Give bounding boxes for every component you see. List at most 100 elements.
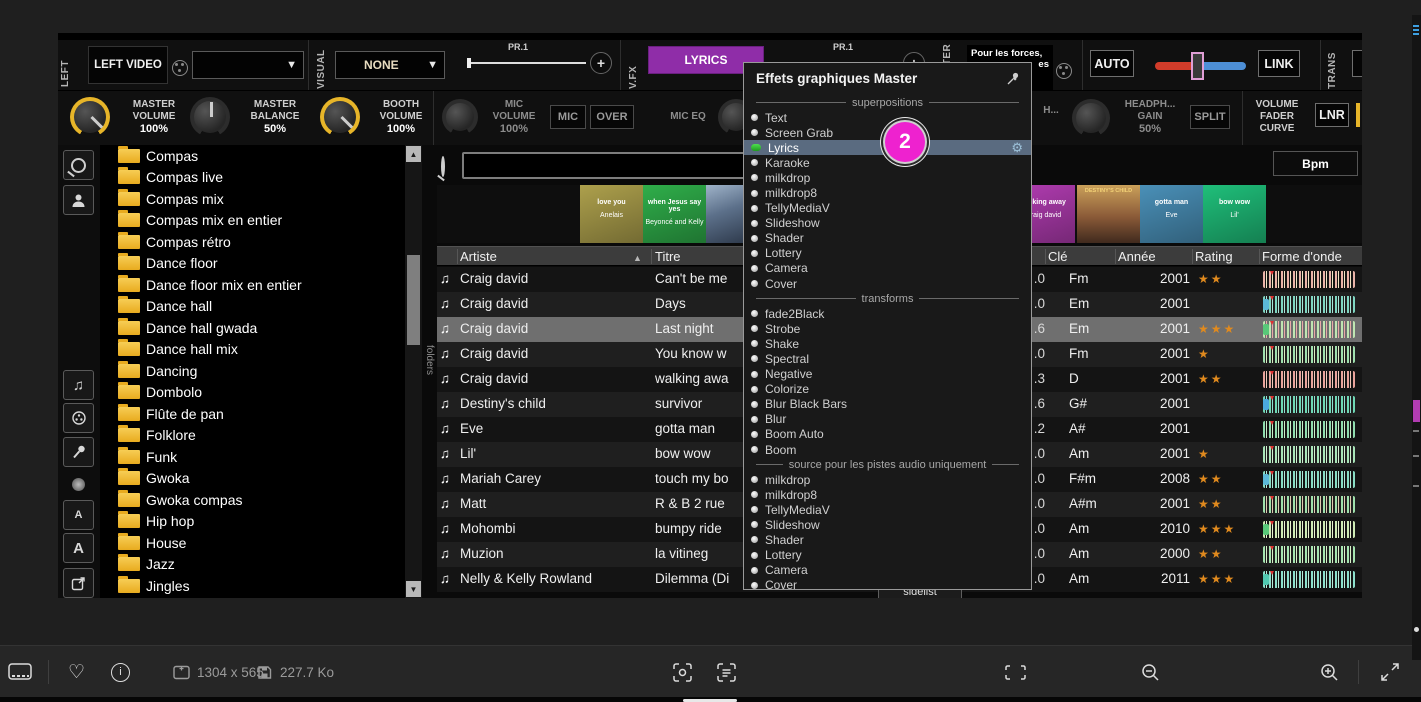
tab-trans[interactable]: TRANS <box>1327 45 1338 89</box>
left-video-button[interactable]: LEFT VIDEO <box>88 46 168 84</box>
effect-item-strobe[interactable]: Strobe <box>744 321 1031 336</box>
folder-item[interactable]: Dance floor <box>100 253 405 275</box>
split-button[interactable]: SPLIT <box>1190 105 1230 129</box>
folder-item[interactable]: House <box>100 532 405 554</box>
column-header-year[interactable]: Année <box>1118 249 1156 264</box>
folder-item[interactable]: Compas <box>100 145 405 167</box>
master-balance-knob[interactable] <box>190 97 230 137</box>
album-cover-thumbnail[interactable]: gotta manEve <box>1140 185 1203 243</box>
effect-item-spectral[interactable]: Spectral <box>744 351 1031 366</box>
music-note-icon[interactable]: ♫ <box>63 370 94 400</box>
lnr-button[interactable]: LNR <box>1315 103 1349 127</box>
folder-scrollbar[interactable]: ▲ ▼ <box>405 145 422 598</box>
large-text-icon[interactable]: A <box>63 533 94 563</box>
album-cover-thumbnail[interactable]: bow wowLil' <box>1203 185 1266 243</box>
effect-item-slideshow[interactable]: Slideshow <box>744 216 1031 231</box>
column-header-title[interactable]: Titre <box>655 249 681 264</box>
folders-panel-tab[interactable]: folders <box>422 145 437 598</box>
folder-item[interactable]: Compas rétro <box>100 231 405 253</box>
folder-item[interactable]: Jazz <box>100 554 405 576</box>
folder-item[interactable]: Gwoka compas <box>100 489 405 511</box>
effect-item-shader[interactable]: Shader <box>744 532 1031 547</box>
mic-volume-knob[interactable] <box>442 99 478 135</box>
folder-item[interactable]: Dance floor mix en entier <box>100 274 405 296</box>
crossfader-handle[interactable] <box>1191 52 1204 80</box>
folder-item[interactable]: Compas live <box>100 167 405 189</box>
info-icon[interactable]: i <box>111 646 130 698</box>
folder-item[interactable]: Compas mix en entier <box>100 210 405 232</box>
master-volume-knob[interactable] <box>70 97 110 137</box>
album-cover-thumbnail[interactable] <box>706 185 746 243</box>
effect-item-text[interactable]: Text <box>744 110 1031 125</box>
folder-item[interactable]: Compas mix <box>100 188 405 210</box>
folder-item[interactable]: Hip hop <box>100 511 405 533</box>
clipped-button[interactable] <box>1352 50 1362 77</box>
folder-item[interactable]: Gwoka <box>100 468 405 490</box>
folder-item[interactable]: Funk <box>100 446 405 468</box>
effect-item-milkdrop8[interactable]: milkdrop8 <box>744 185 1031 200</box>
effect-item-camera[interactable]: Camera <box>744 261 1031 276</box>
effect-item-fade2black[interactable]: fade2Black <box>744 306 1031 321</box>
zoom-out-icon[interactable] <box>1141 646 1160 698</box>
pin-icon[interactable] <box>1005 71 1021 87</box>
scrollbar-thumb[interactable] <box>407 255 420 345</box>
effect-item-camera[interactable]: Camera <box>744 563 1031 578</box>
effect-item-boom[interactable]: Boom <box>744 442 1031 457</box>
effect-item-milkdrop8[interactable]: milkdrop8 <box>744 487 1031 502</box>
effect-item-boom-auto[interactable]: Boom Auto <box>744 427 1031 442</box>
effect-item-milkdrop[interactable]: milkdrop <box>744 170 1031 185</box>
effect-item-tellymediav[interactable]: TellyMediaV <box>744 201 1031 216</box>
folder-item[interactable]: Dombolo <box>100 382 405 404</box>
column-header-artist[interactable]: Artiste <box>460 249 497 264</box>
tab-vfx[interactable]: V.FX <box>628 47 639 89</box>
visual-search-icon[interactable] <box>673 646 692 698</box>
record-dot-icon[interactable] <box>72 478 85 491</box>
effect-item-slideshow[interactable]: Slideshow <box>744 517 1031 532</box>
column-header-rating[interactable]: Rating <box>1195 249 1233 264</box>
external-window-icon[interactable] <box>63 568 94 598</box>
text-actions-icon[interactable] <box>717 646 736 698</box>
booth-volume-knob[interactable] <box>320 97 360 137</box>
effect-item-blur-black-bars[interactable]: Blur Black Bars <box>744 397 1031 412</box>
fit-to-window-icon[interactable] <box>1005 646 1026 698</box>
left-video-dropdown[interactable]: ▼ <box>192 51 304 79</box>
microphone-icon[interactable] <box>63 437 94 467</box>
crossfader-right-track[interactable] <box>1204 62 1246 70</box>
scroll-down-button[interactable]: ▼ <box>406 581 421 597</box>
user-icon[interactable] <box>63 185 94 215</box>
filmstrip-toggle-icon[interactable] <box>8 646 32 698</box>
album-cover-thumbnail[interactable]: DESTINY'S CHILD <box>1077 185 1140 243</box>
search-icon[interactable] <box>63 150 94 180</box>
mic-button[interactable]: MIC <box>550 105 586 129</box>
folder-item[interactable]: Folklore <box>100 425 405 447</box>
column-header-key[interactable]: Clé <box>1048 249 1068 264</box>
tab-left-deck[interactable]: LEFT <box>60 45 71 87</box>
folder-item[interactable]: Jingles <box>100 575 405 597</box>
video-search-icon[interactable] <box>63 403 94 433</box>
headphone-gain-knob[interactable] <box>1072 99 1110 137</box>
gear-icon[interactable]: ⚙ <box>1011 140 1023 156</box>
effect-item-colorize[interactable]: Colorize <box>744 382 1031 397</box>
crossfader-link-button[interactable]: LINK <box>1258 50 1300 77</box>
scroll-up-button[interactable]: ▲ <box>406 146 421 162</box>
album-cover-thumbnail[interactable]: love youAnelais <box>580 185 643 243</box>
folder-item[interactable]: Flûte de pan <box>100 403 405 425</box>
effect-item-milkdrop[interactable]: milkdrop <box>744 472 1031 487</box>
pr1-left-slider[interactable] <box>468 62 586 64</box>
column-header-waveform[interactable]: Forme d'onde <box>1262 249 1342 264</box>
crossfader-left-track[interactable] <box>1155 62 1195 70</box>
effect-item-tellymediav[interactable]: TellyMediaV <box>744 502 1031 517</box>
pr1-left-plus-button[interactable]: + <box>590 52 612 74</box>
zoom-in-icon[interactable] <box>1320 646 1339 698</box>
small-text-icon[interactable]: A <box>63 500 94 530</box>
effect-item-cover[interactable]: Cover <box>744 578 1031 593</box>
folder-item[interactable]: Dance hall gwada <box>100 317 405 339</box>
effect-item-cover[interactable]: Cover <box>744 276 1031 291</box>
fullscreen-icon[interactable] <box>1381 646 1399 698</box>
effect-item-karaoke[interactable]: Karaoke <box>744 155 1031 170</box>
crossfader-auto-button[interactable]: AUTO <box>1090 50 1134 77</box>
effect-item-blur[interactable]: Blur <box>744 412 1031 427</box>
mic-over-button[interactable]: OVER <box>590 105 634 129</box>
album-cover-thumbnail[interactable]: when Jesus say yesBeyoncé and Kelly <box>643 185 706 243</box>
effect-item-shake[interactable]: Shake <box>744 336 1031 351</box>
